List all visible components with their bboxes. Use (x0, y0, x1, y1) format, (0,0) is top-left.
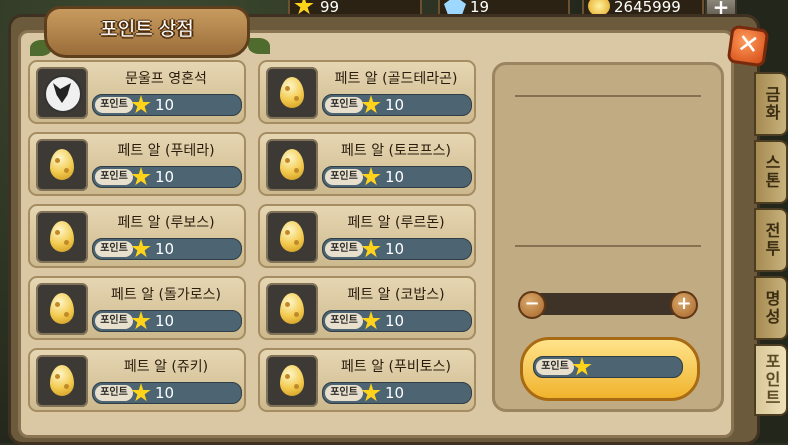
item-name: 페트 알 (푸비토스) (341, 359, 451, 375)
item-price-pill: 포인트 10 (322, 238, 472, 260)
egg-icon (50, 365, 74, 396)
item-name: 페트 알 (골드테라곤) (334, 71, 458, 87)
item-price: 10 (385, 96, 405, 114)
decrease-button[interactable]: − (518, 291, 546, 319)
item-price-pill: 포인트 10 (92, 238, 242, 260)
point-label: 포인트 (95, 313, 133, 329)
star-icon (131, 95, 151, 114)
point-label: 포인트 (325, 385, 363, 401)
tab-stone[interactable]: 스톤 (754, 140, 788, 204)
item-thumbnail (266, 355, 318, 407)
point-label: 포인트 (325, 97, 363, 113)
item-price: 10 (155, 96, 175, 114)
item-price-pill: 포인트 10 (322, 310, 472, 332)
item-price-pill: 포인트 10 (322, 382, 472, 404)
item-price: 10 (385, 384, 405, 402)
star-icon (361, 167, 381, 186)
buy-price-pill: 포인트 (533, 356, 683, 378)
shop-item[interactable]: 페트 알 (루보스) 포인트 10 (28, 204, 246, 268)
tab-fame[interactable]: 명성 (754, 276, 788, 340)
tab-gold[interactable]: 금화 (754, 72, 788, 136)
leaf-decoration (248, 38, 270, 54)
shop-item[interactable]: 페트 알 (푸테라) 포인트 10 (28, 132, 246, 196)
item-name: 페트 알 (루르돈) (347, 215, 445, 231)
egg-icon (50, 221, 74, 252)
item-name: 페트 알 (쥬키) (123, 359, 209, 375)
star-icon (131, 383, 151, 402)
item-thumbnail (36, 67, 88, 119)
divider (515, 95, 701, 97)
shop-item[interactable]: 페트 알 (돌가로스) 포인트 10 (28, 276, 246, 340)
egg-icon (280, 77, 304, 108)
item-thumbnail (36, 283, 88, 335)
quantity-slider[interactable]: − + (518, 291, 698, 319)
point-label: 포인트 (95, 385, 133, 401)
item-price-pill: 포인트 10 (322, 94, 472, 116)
egg-icon (50, 293, 74, 324)
egg-icon (280, 149, 304, 180)
point-label: 포인트 (325, 169, 363, 185)
shop-item[interactable]: 페트 알 (루르돈) 포인트 10 (258, 204, 476, 268)
point-label: 포인트 (95, 241, 133, 257)
item-price-pill: 포인트 10 (322, 166, 472, 188)
star-icon (361, 311, 381, 330)
egg-icon (50, 149, 74, 180)
item-name: 페트 알 (푸테라) (117, 143, 215, 159)
item-name: 페트 알 (돌가로스) (111, 287, 221, 303)
star-icon (361, 95, 381, 114)
item-price-pill: 포인트 10 (92, 94, 242, 116)
shop-item[interactable]: 페트 알 (골드테라곤) 포인트 10 (258, 60, 476, 124)
point-label: 포인트 (325, 313, 363, 329)
buy-button[interactable]: 포인트 (520, 337, 700, 401)
star-icon (131, 167, 151, 186)
divider (515, 245, 701, 247)
point-label: 포인트 (95, 97, 133, 113)
shop-item[interactable]: 페트 알 (쥬키) 포인트 10 (28, 348, 246, 412)
item-thumbnail (36, 355, 88, 407)
egg-icon (280, 365, 304, 396)
item-thumbnail (266, 211, 318, 263)
item-price: 10 (385, 240, 405, 258)
item-name: 문울프 영혼석 (125, 71, 207, 87)
star-icon (572, 357, 592, 376)
point-label: 포인트 (325, 241, 363, 257)
item-thumbnail (266, 139, 318, 191)
star-icon (131, 311, 151, 330)
item-thumbnail (36, 139, 88, 191)
shop-item[interactable]: 페트 알 (코밥스) 포인트 10 (258, 276, 476, 340)
item-name: 페트 알 (루보스) (117, 215, 215, 231)
item-name: 페트 알 (코밥스) (347, 287, 445, 303)
point-label: 포인트 (95, 169, 133, 185)
item-thumbnail (36, 211, 88, 263)
star-icon (361, 239, 381, 258)
shop-item[interactable]: 문울프 영혼석포인트 10 (28, 60, 246, 124)
increase-button[interactable]: + (670, 291, 698, 319)
tab-battle[interactable]: 전투 (754, 208, 788, 272)
item-price: 10 (155, 240, 175, 258)
item-name: 페트 알 (토르프스) (341, 143, 451, 159)
tab-points[interactable]: 포인트 (754, 344, 788, 416)
item-price-pill: 포인트 10 (92, 310, 242, 332)
item-price: 10 (385, 168, 405, 186)
star-icon (361, 383, 381, 402)
item-thumbnail (266, 283, 318, 335)
point-label: 포인트 (536, 359, 574, 375)
item-price-pill: 포인트 10 (92, 382, 242, 404)
item-price: 10 (155, 312, 175, 330)
wolf-soulstone-icon (44, 75, 82, 113)
egg-icon (280, 221, 304, 252)
item-price: 10 (385, 312, 405, 330)
item-price-pill: 포인트 10 (92, 166, 242, 188)
item-price: 10 (155, 384, 175, 402)
shop-item[interactable]: 페트 알 (토르프스) 포인트 10 (258, 132, 476, 196)
star-icon (131, 239, 151, 258)
shop-item[interactable]: 페트 알 (푸비토스) 포인트 10 (258, 348, 476, 412)
egg-icon (280, 293, 304, 324)
shop-title: 포인트 상점 (44, 6, 250, 58)
close-button[interactable]: ✕ (726, 24, 770, 68)
item-thumbnail (266, 67, 318, 119)
item-price: 10 (155, 168, 175, 186)
